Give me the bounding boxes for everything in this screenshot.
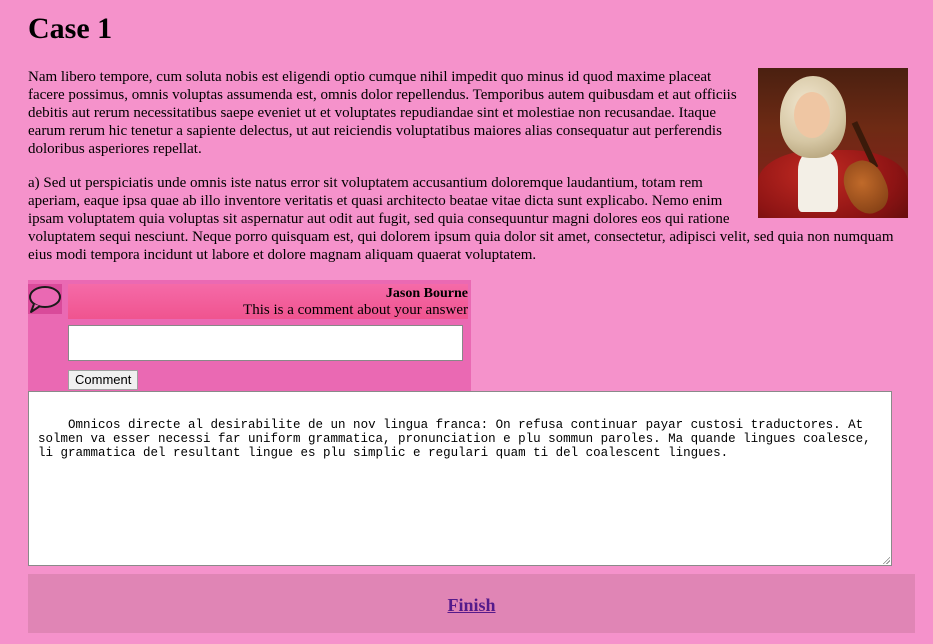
- article: Nam libero tempore, cum soluta nobis est…: [28, 68, 908, 280]
- finish-bar: Finish: [28, 574, 915, 633]
- comment-author: Jason Bourne: [385, 286, 468, 301]
- answer-textarea[interactable]: Omnicos directe al desirabilite de un no…: [28, 391, 892, 566]
- page-title: Case 1: [28, 12, 113, 45]
- comment-text: This is a comment about your answer: [243, 302, 468, 318]
- finish-link[interactable]: Finish: [447, 595, 495, 616]
- comment-panel: Jason Bourne This is a comment about you…: [28, 280, 471, 392]
- comment-header: Jason Bourne This is a comment about you…: [68, 284, 468, 319]
- resize-grip-icon[interactable]: [882, 556, 890, 564]
- portrait-image: [758, 68, 908, 218]
- answer-text: Omnicos directe al desirabilite de un no…: [38, 418, 879, 460]
- comment-input[interactable]: [69, 326, 462, 360]
- comment-input-wrapper: [68, 325, 463, 361]
- speech-bubble-icon: [28, 284, 62, 314]
- comment-button[interactable]: Comment: [68, 370, 139, 390]
